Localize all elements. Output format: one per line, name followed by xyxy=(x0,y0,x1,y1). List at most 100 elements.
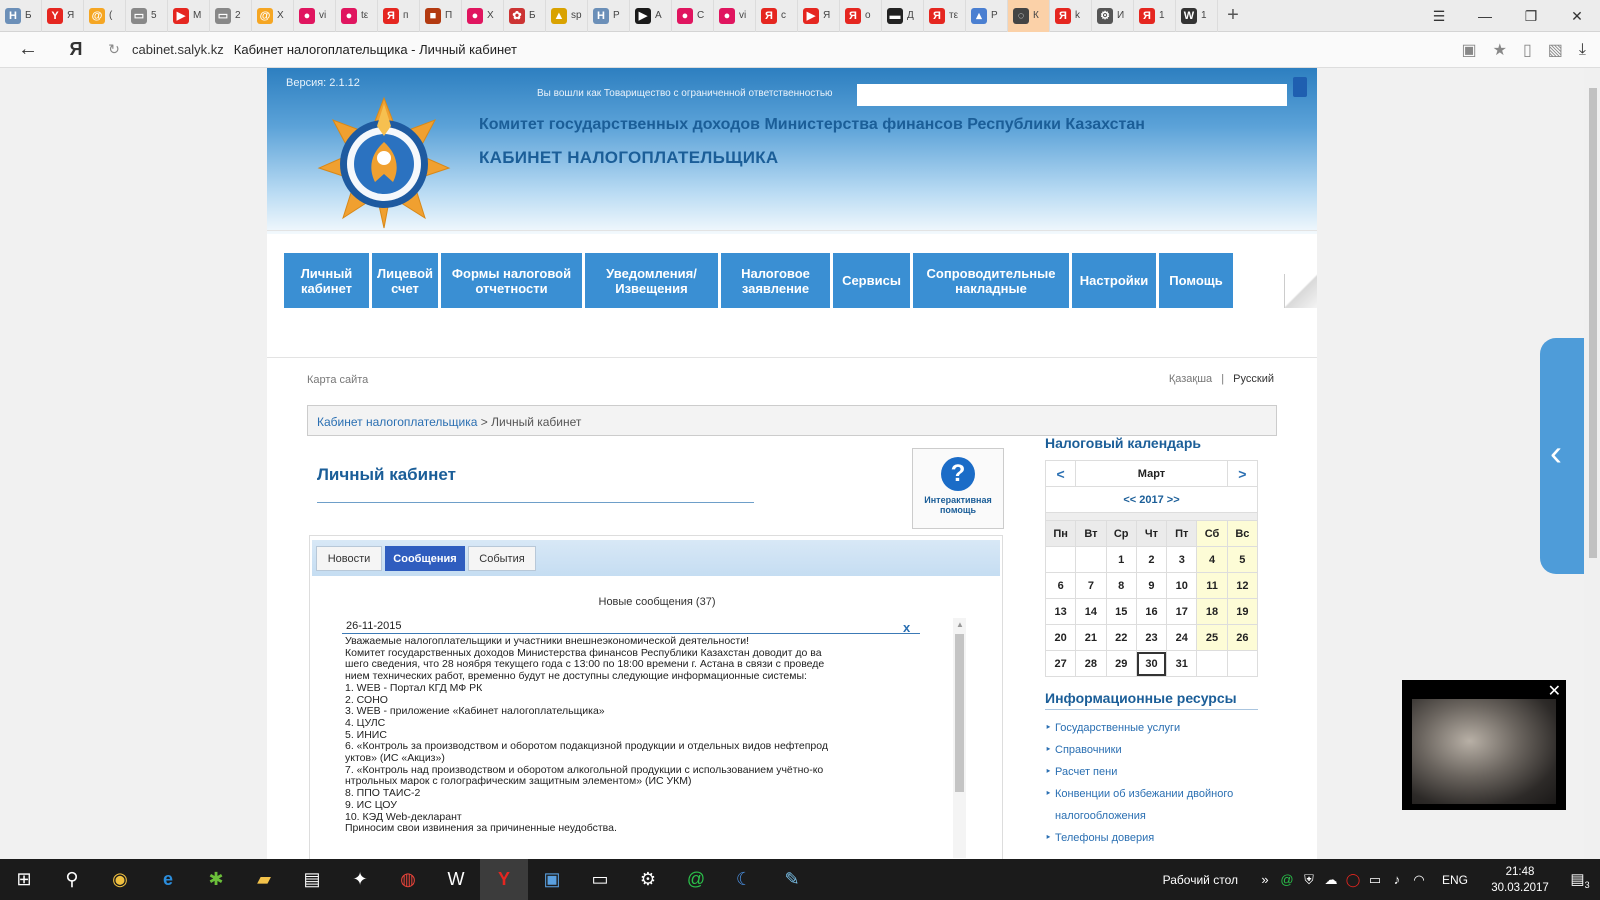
calendar-day[interactable]: 17 xyxy=(1166,598,1198,625)
browser-tab[interactable]: @ X xyxy=(252,0,294,32)
app-paint-icon[interactable]: ✎ xyxy=(768,859,816,900)
calendar-next-month[interactable]: > xyxy=(1226,460,1259,487)
browser-tab[interactable]: Яо xyxy=(840,0,882,32)
calendar-day[interactable]: 16 xyxy=(1135,598,1168,625)
calendar-day[interactable]: 13 xyxy=(1044,598,1077,625)
calendar-prev-month[interactable]: < xyxy=(1044,460,1077,487)
tab-events[interactable]: События xyxy=(468,546,536,571)
browser-tab[interactable]: ⚙ И xyxy=(1092,0,1134,32)
calendar-day[interactable]: 18 xyxy=(1196,598,1228,625)
calendar-day[interactable]: 1 xyxy=(1105,546,1137,573)
calendar-day[interactable]: 5 xyxy=(1226,546,1259,573)
shield-icon[interactable]: ⛨ xyxy=(1298,872,1320,888)
browser-tab[interactable]: @( xyxy=(84,0,126,32)
nav-settings[interactable]: Настройки xyxy=(1072,253,1156,308)
calendar-day[interactable]: 29 xyxy=(1105,650,1137,677)
yandex-logo-icon[interactable]: Я xyxy=(56,39,96,60)
browser-tab[interactable]: ▲ sp xyxy=(546,0,588,32)
interactive-help-button[interactable]: ? Интерактивная помощь xyxy=(912,448,1004,529)
browser-tab[interactable]: ▬ Д xyxy=(882,0,924,32)
scroll-thumb[interactable] xyxy=(955,634,964,792)
calendar-day[interactable]: 23 xyxy=(1135,624,1168,651)
calendar-day[interactable]: 2 xyxy=(1135,546,1168,573)
app-lw-icon[interactable]: ◉ xyxy=(96,859,144,900)
calendar-day[interactable]: 22 xyxy=(1105,624,1137,651)
word-icon[interactable]: W xyxy=(432,859,480,900)
calendar-day[interactable]: 27 xyxy=(1044,650,1077,677)
image-icon[interactable]: ▧ xyxy=(1548,40,1563,60)
browser-tab[interactable]: ▶ Я xyxy=(798,0,840,32)
calendar-day[interactable]: 8 xyxy=(1105,572,1137,599)
info-link-conventions[interactable]: Конвенции об избежании двойного налогооб… xyxy=(1045,783,1258,827)
nav-tax-forms[interactable]: Формы налоговой отчетности xyxy=(441,253,582,308)
cloud-icon[interactable]: ☁ xyxy=(1320,872,1342,888)
calendar-day[interactable]: 11 xyxy=(1196,572,1228,599)
reader-icon[interactable]: ▯ xyxy=(1523,40,1532,60)
download-icon[interactable]: ⤓ xyxy=(1579,41,1586,59)
browser-tab[interactable]: ▴ Р xyxy=(966,0,1008,32)
lang-russian[interactable]: Русский xyxy=(1233,373,1274,385)
calendar-day[interactable]: 3 xyxy=(1166,546,1198,573)
wifi-icon[interactable]: ◠ xyxy=(1408,872,1430,888)
browser-tab[interactable]: YЯ xyxy=(42,0,84,32)
start-icon[interactable]: ⊞ xyxy=(0,859,48,900)
calendar-day[interactable]: 10 xyxy=(1166,572,1198,599)
calendar-day[interactable]: 15 xyxy=(1105,598,1137,625)
calendar-day[interactable]: 14 xyxy=(1075,598,1107,625)
browser-tab[interactable]: ▶ А xyxy=(630,0,672,32)
calendar-day[interactable]: 30 xyxy=(1135,650,1168,677)
browser-tab[interactable]: ▭ 2 xyxy=(210,0,252,32)
calendar-day[interactable]: 7 xyxy=(1075,572,1107,599)
browser-tab[interactable]: Яk xyxy=(1050,0,1092,32)
new-tab-button[interactable]: + xyxy=(1218,4,1248,27)
info-link-reference[interactable]: Справочники xyxy=(1045,739,1258,761)
browser-tab[interactable]: Яп xyxy=(378,0,420,32)
info-link-gov-services[interactable]: Государственные услуги xyxy=(1045,717,1258,739)
calendar-day[interactable]: 4 xyxy=(1196,546,1228,573)
breadcrumb-link-cabinet[interactable]: Кабинет налогоплательщика xyxy=(317,415,477,429)
app-c-icon[interactable]: ☾ xyxy=(720,859,768,900)
back-arrow-icon[interactable]: ← xyxy=(0,38,56,61)
calendar-year-nav[interactable]: << 2017 >> xyxy=(1045,486,1258,513)
page-scrollbar[interactable] xyxy=(1584,68,1600,859)
tab-news[interactable]: Новости xyxy=(316,546,382,571)
browser-tab[interactable]: Яс xyxy=(756,0,798,32)
address-page-title[interactable]: Кабинет налогоплательщика - Личный кабин… xyxy=(234,42,517,57)
info-link-hotlines[interactable]: Телефоны доверия xyxy=(1045,827,1258,849)
side-panel-toggle[interactable]: ‹ xyxy=(1540,338,1584,574)
nav-services[interactable]: Сервисы xyxy=(833,253,910,308)
browser-tab[interactable]: ▶ M xyxy=(168,0,210,32)
battery-icon[interactable]: ▭ xyxy=(1364,872,1386,888)
video-frame[interactable] xyxy=(1412,699,1556,804)
volume-icon[interactable]: ♪ xyxy=(1386,872,1408,887)
restore-button[interactable]: ❐ xyxy=(1508,0,1554,32)
browser-tab[interactable]: ● vi xyxy=(714,0,756,32)
browser-tab[interactable]: ● vi xyxy=(294,0,336,32)
tab-messages[interactable]: Сообщения xyxy=(385,546,465,571)
minimize-button[interactable]: — xyxy=(1462,0,1508,32)
clock[interactable]: 21:48 30.03.2017 xyxy=(1480,864,1560,896)
calendar-day[interactable]: 24 xyxy=(1166,624,1198,651)
terminal-icon[interactable]: ▭ xyxy=(576,859,624,900)
sitemap-link[interactable]: Карта сайта xyxy=(307,374,368,386)
lang-kazakh[interactable]: Қазақша xyxy=(1169,373,1212,385)
browser-tab[interactable]: HБ xyxy=(0,0,42,32)
kgd-emblem-logo[interactable] xyxy=(317,96,451,230)
chrome-icon[interactable]: ◍ xyxy=(384,859,432,900)
calendar-day[interactable]: 28 xyxy=(1075,650,1107,677)
store-icon[interactable]: ▤ xyxy=(288,859,336,900)
scroll-up-icon[interactable]: ▲ xyxy=(956,620,964,629)
browser-tab[interactable]: ▭ 5 xyxy=(126,0,168,32)
browser-tab[interactable]: ● С xyxy=(672,0,714,32)
browser-tab[interactable]: ● X xyxy=(462,0,504,32)
bookmark-star-icon[interactable]: ★ xyxy=(1493,40,1507,60)
browser-tab[interactable]: ■ П xyxy=(420,0,462,32)
close-icon[interactable]: ✕ xyxy=(1548,681,1561,701)
opera-icon[interactable]: ◯ xyxy=(1342,872,1364,888)
calendar-day[interactable]: 26 xyxy=(1226,624,1259,651)
calendar-day[interactable]: 31 xyxy=(1166,650,1198,677)
nav-help[interactable]: Помощь xyxy=(1159,253,1233,308)
info-link-penalty-calc[interactable]: Расчет пени xyxy=(1045,761,1258,783)
browser-tab[interactable]: Ятε xyxy=(924,0,966,32)
app-gear-icon[interactable]: ⚙ xyxy=(624,859,672,900)
